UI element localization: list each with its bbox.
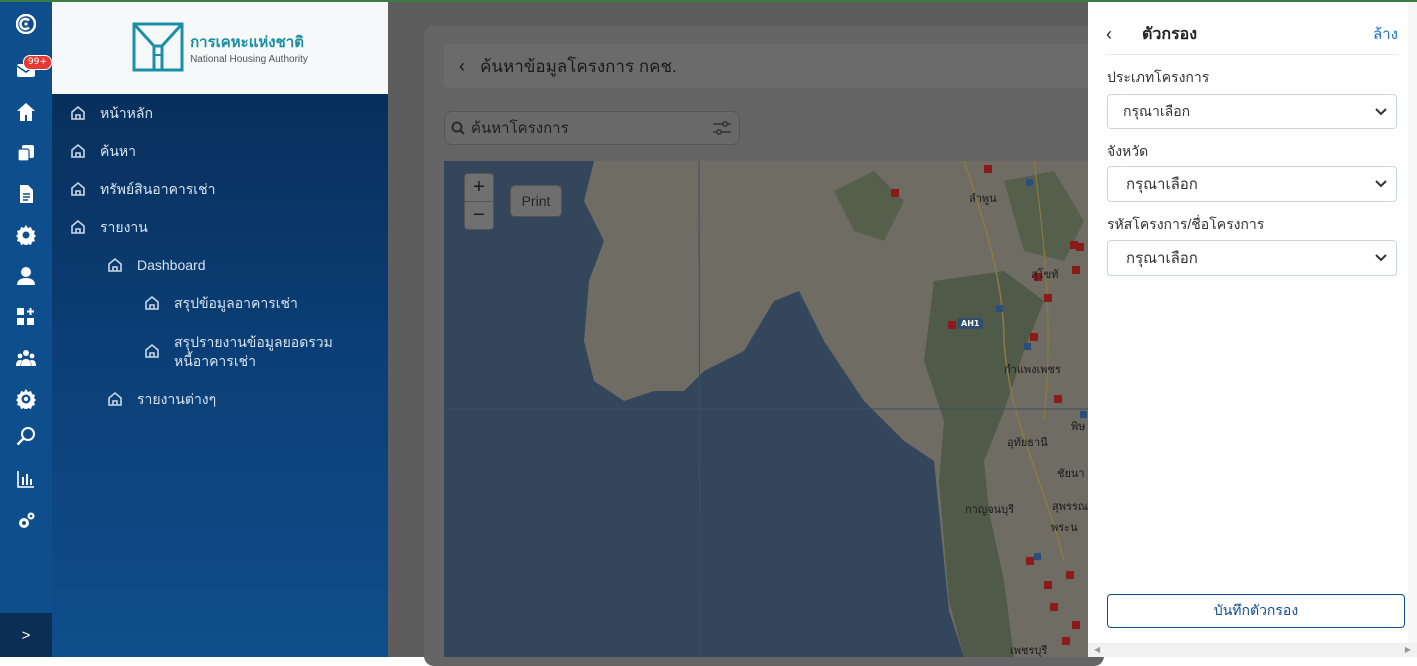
- project-code-select[interactable]: กรุณาเลือก: [1107, 240, 1397, 276]
- nav-item-reports[interactable]: รายงาน: [70, 218, 148, 237]
- home-outline-icon: [145, 343, 159, 358]
- nav-sidebar: การเคหะแห่งชาติ National Housing Authori…: [52, 0, 388, 657]
- map-label-phitsanulok: พิษ: [1071, 420, 1086, 433]
- page-title-bar: ‹ ค้นหาข้อมูลโครงการ กคช.: [444, 44, 1104, 88]
- project-type-select[interactable]: กรุณาเลือก: [1107, 94, 1397, 129]
- nav-item-label: ทรัพย์สินอาคารเช่า: [100, 181, 216, 197]
- chevron-down-icon: [1366, 180, 1396, 188]
- nav-item-debt-summary[interactable]: สรุปรายงานข้อมูลยอดรวมหนี้อาคารเช่า: [144, 333, 344, 371]
- page-title: ค้นหาข้อมูลโครงการ กคช.: [480, 56, 677, 76]
- zoom-in-button[interactable]: +: [465, 174, 493, 201]
- back-icon[interactable]: ‹: [444, 56, 480, 77]
- home-outline-icon: [145, 295, 159, 310]
- back-chevron-icon[interactable]: ‹: [1106, 24, 1134, 45]
- search-icon: [445, 121, 471, 135]
- nav-item-home[interactable]: หน้าหลัก: [70, 104, 153, 123]
- province-select[interactable]: กรุณาเลือก: [1107, 166, 1397, 202]
- filter-title: ตัวกรอง: [1142, 25, 1198, 43]
- nav-item-label: รายงาน: [100, 219, 148, 235]
- nav-item-dashboard[interactable]: Dashboard: [107, 256, 206, 275]
- nav-item-search[interactable]: ค้นหา: [70, 142, 136, 161]
- home-outline-icon: [108, 391, 122, 406]
- user-icon[interactable]: [0, 260, 52, 292]
- home-outline-icon: [71, 105, 85, 120]
- main-content: ‹ ค้นหาข้อมูลโครงการ กคช. ค้นหาโครงการ +…: [388, 0, 1104, 666]
- nav-item-label: รายงานต่างๆ: [137, 391, 217, 407]
- map-background: [444, 161, 1088, 657]
- home-icon[interactable]: [0, 96, 52, 128]
- expand-sidebar-button[interactable]: >: [0, 613, 52, 657]
- map-label-uthaithani: อุทัยธานี: [1007, 436, 1048, 449]
- nav-item-label: หน้าหลัก: [100, 105, 153, 121]
- project-search[interactable]: ค้นหาโครงการ: [444, 111, 740, 145]
- map-label-lamphun: ลำพูน: [969, 192, 997, 205]
- nav-item-rental-summary[interactable]: สรุปข้อมูลอาคารเช่า: [144, 294, 298, 313]
- print-button[interactable]: Print: [510, 185, 562, 217]
- home-outline-icon: [71, 181, 85, 196]
- logo-thai-text: การเคหะแห่งชาติ: [190, 33, 304, 51]
- save-filter-button[interactable]: บันทึกตัวกรอง: [1107, 594, 1405, 628]
- horizontal-scrollbar[interactable]: ◀ ▶: [1088, 643, 1417, 657]
- gear-icon[interactable]: [0, 219, 52, 251]
- province-value: กรุณาเลือก: [1126, 176, 1198, 193]
- copy-icon[interactable]: [0, 137, 52, 169]
- filter-header: ‹ ตัวกรอง ล้าง: [1106, 14, 1398, 55]
- home-outline-icon: [108, 257, 122, 272]
- top-accent-line: [0, 0, 1417, 2]
- nha-logo-mark: [132, 22, 184, 72]
- map-label-sukhothai: สุโขทั: [1031, 268, 1059, 281]
- zoom-control: + −: [464, 173, 494, 230]
- nav-item-misc-reports[interactable]: รายงานต่างๆ: [107, 390, 216, 409]
- zoom-out-button[interactable]: −: [465, 201, 493, 229]
- widgets-icon[interactable]: [0, 301, 52, 333]
- search-icon[interactable]: [0, 420, 52, 452]
- map-label-ayutthaya: พระน: [1051, 521, 1078, 534]
- province-label: จังหวัด: [1107, 143, 1149, 159]
- filter-panel: ‹ ตัวกรอง ล้าง ประเภทโครงการ กรุณาเลือก …: [1088, 0, 1417, 657]
- chevron-down-icon: [1366, 107, 1396, 116]
- project-map[interactable]: + − Print AH1 ลำพูน สุโขทั กำแพงเพชร อุท…: [444, 161, 1088, 657]
- project-code-value: กรุณาเลือก: [1126, 250, 1198, 267]
- nav-item-label: ค้นหา: [100, 143, 137, 159]
- project-type-value: กรุณาเลือก: [1123, 102, 1191, 119]
- home-outline-icon: [71, 143, 85, 158]
- search-input[interactable]: ค้นหาโครงการ: [471, 116, 705, 140]
- logo[interactable]: การเคหะแห่งชาติ National Housing Authori…: [52, 0, 388, 94]
- chart-icon[interactable]: [0, 463, 52, 495]
- group-icon[interactable]: [0, 342, 52, 374]
- settings-icon[interactable]: [0, 505, 52, 537]
- map-label-phetchaburi: เพชรบุรี: [1010, 644, 1048, 657]
- icon-rail: 99+ >: [0, 0, 52, 657]
- document-icon[interactable]: [0, 178, 52, 210]
- project-code-label: รหัสโครงการ/ชื่อโครงการ: [1107, 216, 1265, 232]
- vertical-scrollbar[interactable]: [1408, 0, 1417, 643]
- map-label-suphanburi: สุพรรณบุรี: [1052, 500, 1088, 513]
- road-badge: AH1: [957, 318, 984, 329]
- nav-item-label: สรุปข้อมูลอาคารเช่า: [174, 295, 298, 311]
- nav-item-label: Dashboard: [137, 257, 206, 273]
- filter-sliders-icon[interactable]: [705, 120, 739, 136]
- nav-item-label: สรุปรายงานข้อมูลยอดรวมหนี้อาคารเช่า: [174, 334, 333, 369]
- map-label-kanchanaburi: กาญจนบุรี: [965, 503, 1015, 516]
- home-outline-icon: [71, 219, 85, 234]
- logo-english-text: National Housing Authority: [190, 53, 308, 65]
- app-logo-icon[interactable]: [0, 8, 52, 40]
- clear-filter-link[interactable]: ล้าง: [1373, 22, 1398, 46]
- coin-settings-icon[interactable]: [0, 383, 52, 415]
- map-label-chainat: ชัยนา: [1057, 467, 1085, 480]
- notification-badge: 99+: [23, 55, 52, 70]
- project-type-label: ประเภทโครงการ: [1107, 69, 1210, 85]
- chevron-down-icon: [1366, 254, 1396, 262]
- nav-item-rental-assets[interactable]: ทรัพย์สินอาคารเช่า: [70, 180, 215, 199]
- map-label-kamphaengphet: กำแพงเพชร: [1004, 363, 1061, 376]
